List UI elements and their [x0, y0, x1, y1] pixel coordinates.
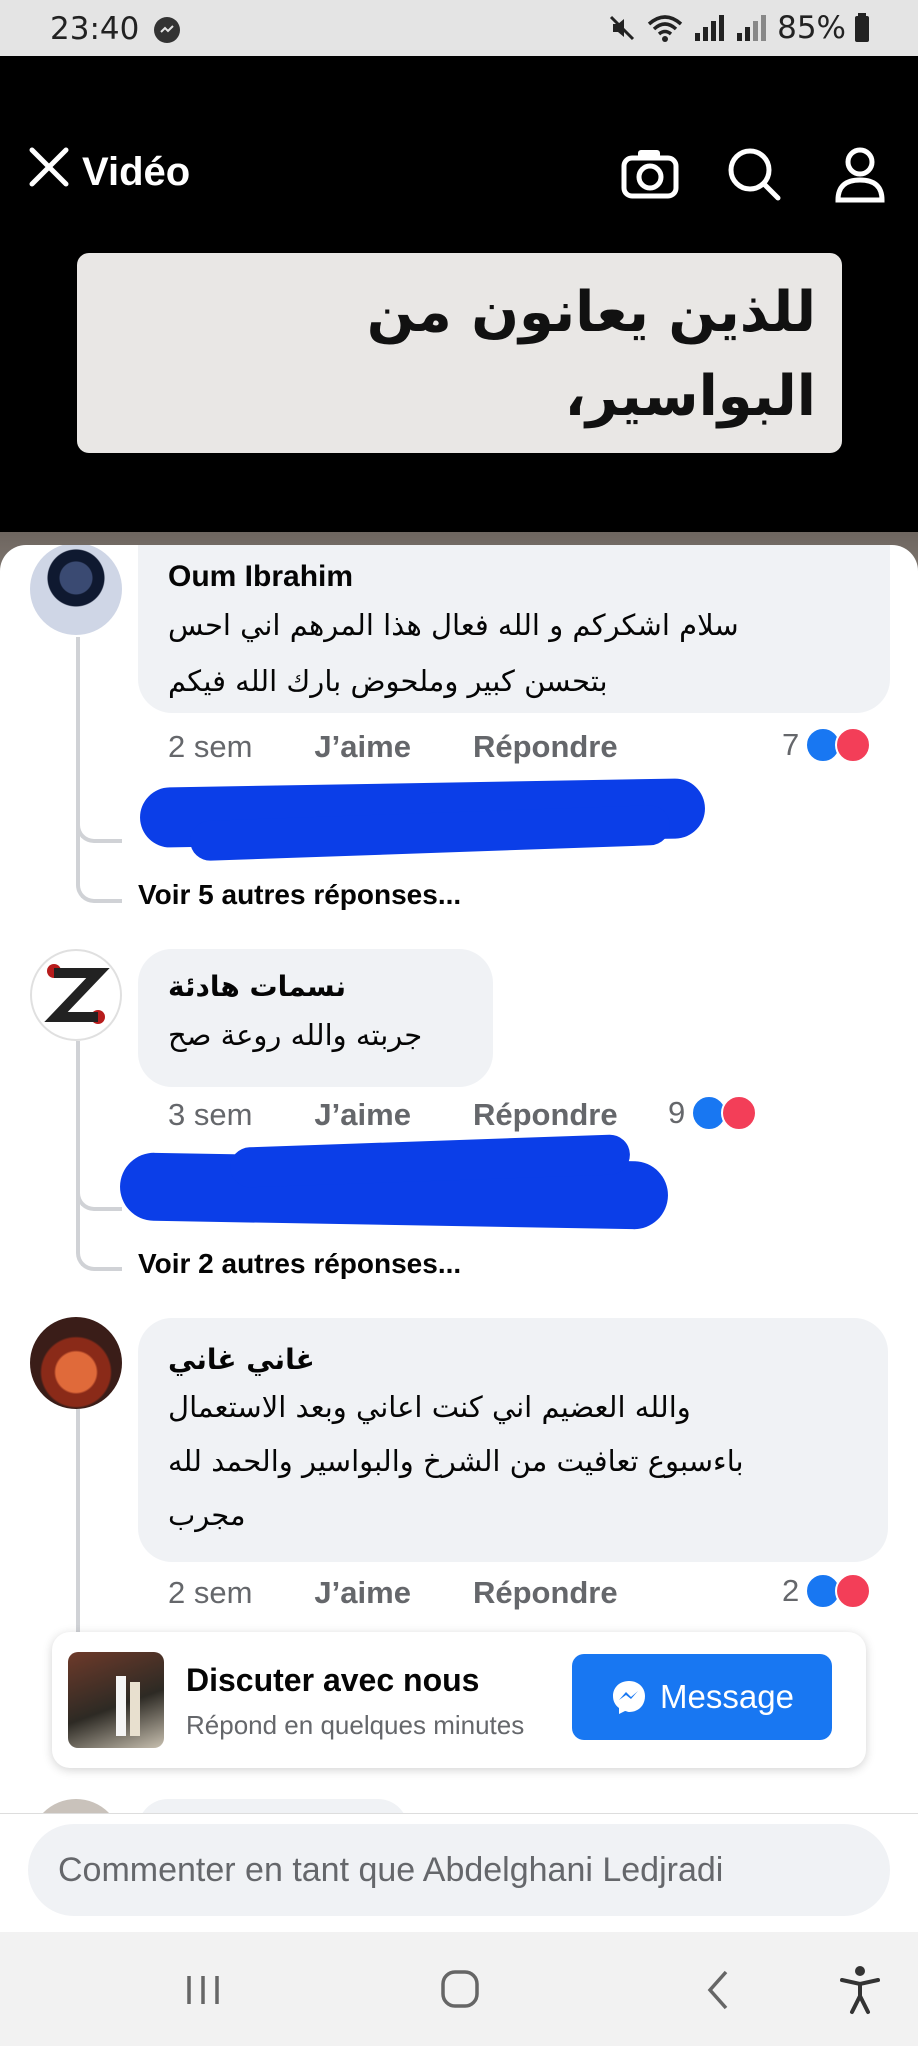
heart-icon [835, 727, 872, 763]
video-caption: للذين يعانون من البواسير، الشق الشرجي ، … [77, 253, 842, 453]
avatar[interactable] [30, 949, 122, 1041]
status-icons: 85% [607, 10, 870, 46]
reactions[interactable]: 7 [782, 727, 872, 763]
reaction-count: 7 [782, 727, 800, 762]
thumbnail-product [130, 1682, 140, 1736]
comment-time: 2 sem [168, 729, 253, 764]
thread-connector [76, 1241, 122, 1271]
comment-text: والله العضيم اني كنت اعاني وبعد الاستعما… [168, 1390, 744, 1532]
reply-button[interactable]: Répondre [473, 1097, 618, 1133]
thread-connector [76, 813, 122, 843]
reactions[interactable]: 9 [668, 1095, 758, 1131]
comment-time: 2 sem [168, 1575, 253, 1610]
page-thumbnail [68, 1652, 164, 1748]
comment-bubble: Oum Ibrahim سلام اشكركم و الله فعال هذا … [138, 545, 890, 713]
thread-connector [76, 873, 122, 903]
home-icon[interactable] [430, 1962, 490, 2018]
search-icon[interactable] [724, 144, 784, 204]
reply-button[interactable]: Répondre [473, 1575, 618, 1611]
signal-icon-2 [737, 15, 767, 41]
page-title: Vidéo [82, 150, 191, 194]
comment-author[interactable]: Oum Ibrahim [168, 551, 860, 597]
reaction-count: 2 [782, 1573, 800, 1608]
heart-icon [721, 1095, 758, 1131]
thread-line [76, 637, 80, 877]
comment-bubble: نسمات هادئة جربته والله روعة صح [138, 949, 493, 1087]
comment-input[interactable] [28, 1824, 890, 1916]
comment-text: سلام اشكركم و الله فعال هذا المرهم اني ا… [168, 608, 739, 698]
thread-line [76, 1041, 80, 1251]
thumbnail-product [116, 1676, 126, 1736]
battery-percent: 85% [777, 10, 846, 46]
close-icon[interactable] [26, 144, 72, 190]
status-time: 23:40 [50, 11, 140, 47]
more-replies-link[interactable]: Voir 2 autres réponses... [138, 1248, 461, 1280]
comment-actions: 3 sem J’aime Répondre [168, 1097, 618, 1133]
heart-icon [835, 1573, 872, 1609]
reaction-count: 9 [668, 1095, 686, 1130]
like-button[interactable]: J’aime [314, 1575, 411, 1611]
like-button[interactable]: J’aime [314, 1097, 411, 1133]
accessibility-icon[interactable] [830, 1962, 890, 2018]
messenger-icon [613, 1681, 646, 1714]
more-replies-link[interactable]: Voir 5 autres réponses... [138, 879, 461, 911]
messenger-notification-icon [154, 17, 180, 43]
thread-line [76, 1409, 80, 1649]
comment-text: جربته والله روعة صح [168, 1018, 423, 1052]
comment-actions: 2 sem J’aime Répondre [168, 1575, 618, 1611]
comment-time: 3 sem [168, 1097, 253, 1132]
wifi-icon [647, 15, 683, 42]
reply-button[interactable]: Répondre [473, 729, 618, 765]
avatar[interactable] [30, 1317, 122, 1409]
comment-author[interactable]: غاني غاني [168, 1326, 858, 1380]
signal-icon [695, 15, 725, 41]
avatar-letter-z [44, 964, 110, 1024]
mute-icon [610, 15, 635, 41]
reactions[interactable]: 2 [782, 1573, 872, 1609]
recent-apps-icon[interactable] [173, 1962, 233, 2018]
comment-composer [0, 1813, 918, 1932]
comments-sheet[interactable]: Oum Ibrahim سلام اشكركم و الله فعال هذا … [0, 545, 918, 1932]
comment-author[interactable]: نسمات هادئة [168, 957, 463, 1007]
message-button-label: Message [660, 1678, 794, 1715]
video-caption-text: للذين يعانون من البواسير، الشق الشرجي ، … [150, 280, 816, 453]
comment-bubble: غاني غاني والله العضيم اني كنت اعاني وبع… [138, 1318, 888, 1562]
chat-title: Discuter avec nous [186, 1662, 480, 1698]
profile-icon[interactable] [830, 144, 890, 204]
video-area[interactable]: Vidéo للذين يعانون من البواسير، الشق الش… [0, 56, 918, 602]
system-nav-bar [0, 1932, 918, 2046]
back-icon[interactable] [688, 1962, 748, 2018]
battery-icon [855, 13, 869, 42]
chat-card[interactable]: Discuter avec nous Répond en quelques mi… [52, 1632, 866, 1768]
like-button[interactable]: J’aime [314, 729, 411, 765]
avatar[interactable] [30, 545, 122, 635]
chat-subtitle: Répond en quelques minutes [186, 1710, 525, 1740]
message-button[interactable]: Message [572, 1654, 832, 1740]
thread-connector [76, 1181, 122, 1211]
camera-icon[interactable] [620, 144, 680, 204]
comment-actions: 2 sem J’aime Répondre [168, 729, 618, 765]
status-bar: 23:40 85% [0, 0, 918, 56]
